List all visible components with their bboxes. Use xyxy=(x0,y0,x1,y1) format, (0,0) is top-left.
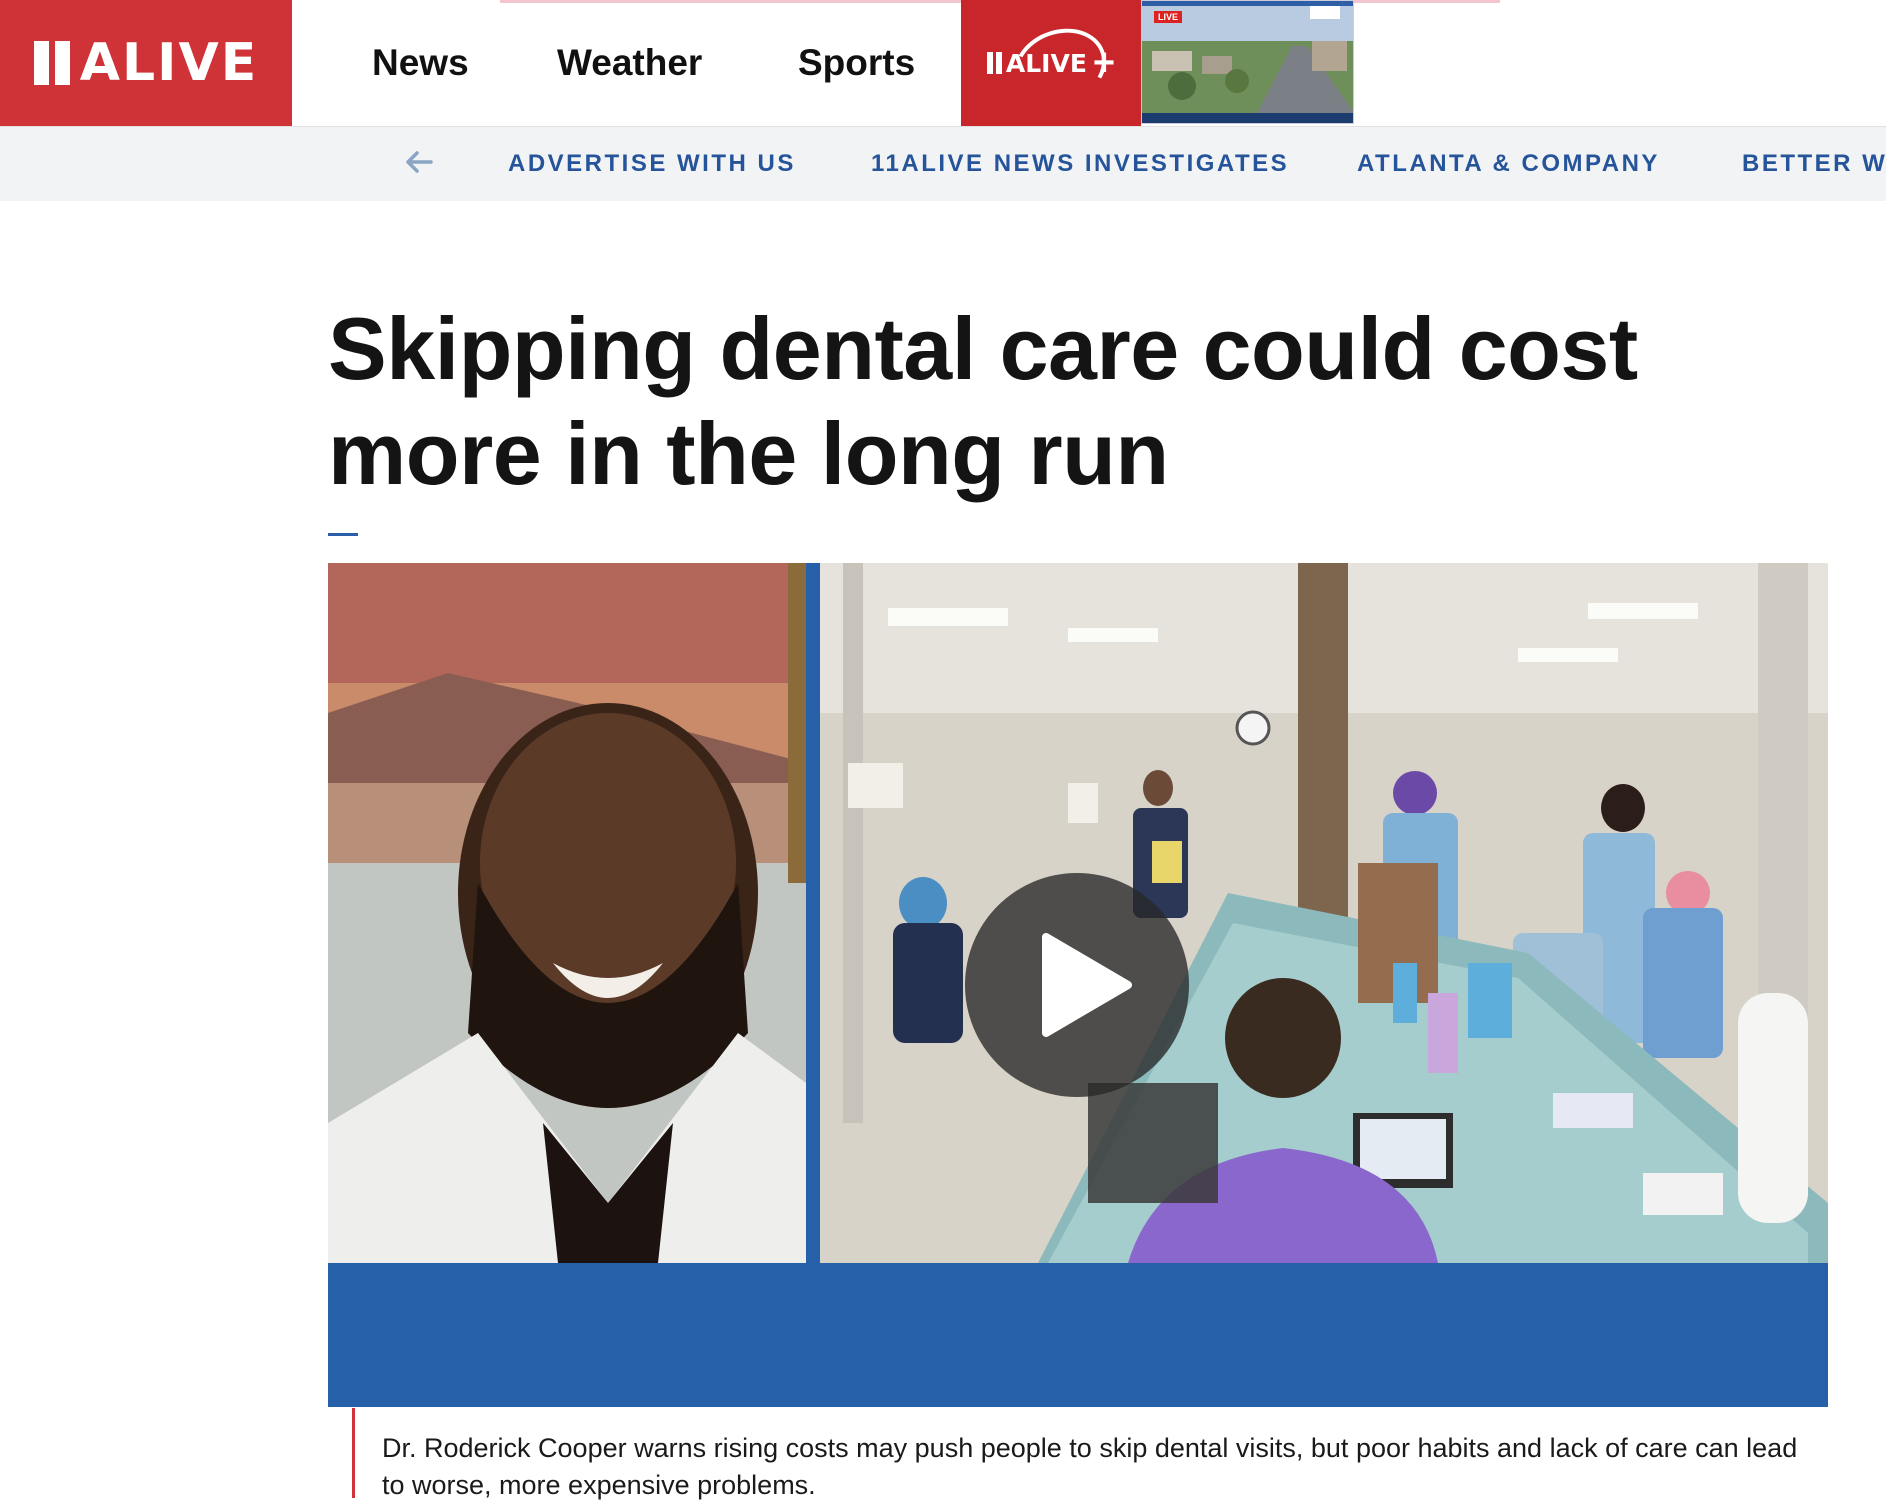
play-icon xyxy=(1042,933,1132,1037)
video-caption-text: Dr. Roderick Cooper warns rising costs m… xyxy=(382,1433,1798,1500)
alive-plus-eleven-mark xyxy=(986,52,1002,74)
video-caption: Dr. Roderick Cooper warns rising costs m… xyxy=(352,1408,1825,1500)
headline-accent-dash xyxy=(328,533,358,536)
nav-sports[interactable]: Sports xyxy=(798,0,915,126)
site-header: ALIVE News Weather Sports ALIVE + LIVE xyxy=(0,0,1886,127)
secondary-nav: ADVERTISE WITH US 11ALIVE NEWS INVESTIGA… xyxy=(0,127,1886,201)
site-logo[interactable]: ALIVE xyxy=(0,0,292,126)
alive-plus-button[interactable]: ALIVE + xyxy=(961,0,1141,126)
video-player[interactable] xyxy=(328,563,1828,1407)
live-badge: LIVE xyxy=(1154,11,1183,23)
live-camera-thumbnail[interactable]: LIVE xyxy=(1141,0,1354,124)
left-arrow-icon[interactable] xyxy=(404,147,438,181)
subnav-better-wo[interactable]: BETTER WO xyxy=(1742,127,1886,201)
subnav-news-investigates[interactable]: 11ALIVE NEWS INVESTIGATES xyxy=(871,127,1289,201)
subnav-advertise[interactable]: ADVERTISE WITH US xyxy=(508,127,796,201)
nav-news[interactable]: News xyxy=(372,0,469,126)
play-button[interactable] xyxy=(965,873,1189,1097)
logo-eleven-mark xyxy=(33,41,70,85)
subnav-atlanta-company[interactable]: ATLANTA & COMPANY xyxy=(1357,127,1660,201)
alive-plus-arc-icon xyxy=(1003,16,1117,118)
nav-weather[interactable]: Weather xyxy=(557,0,702,126)
article-headline: Skipping dental care could cost more in … xyxy=(328,299,1638,503)
logo-text: ALIVE xyxy=(79,33,259,93)
